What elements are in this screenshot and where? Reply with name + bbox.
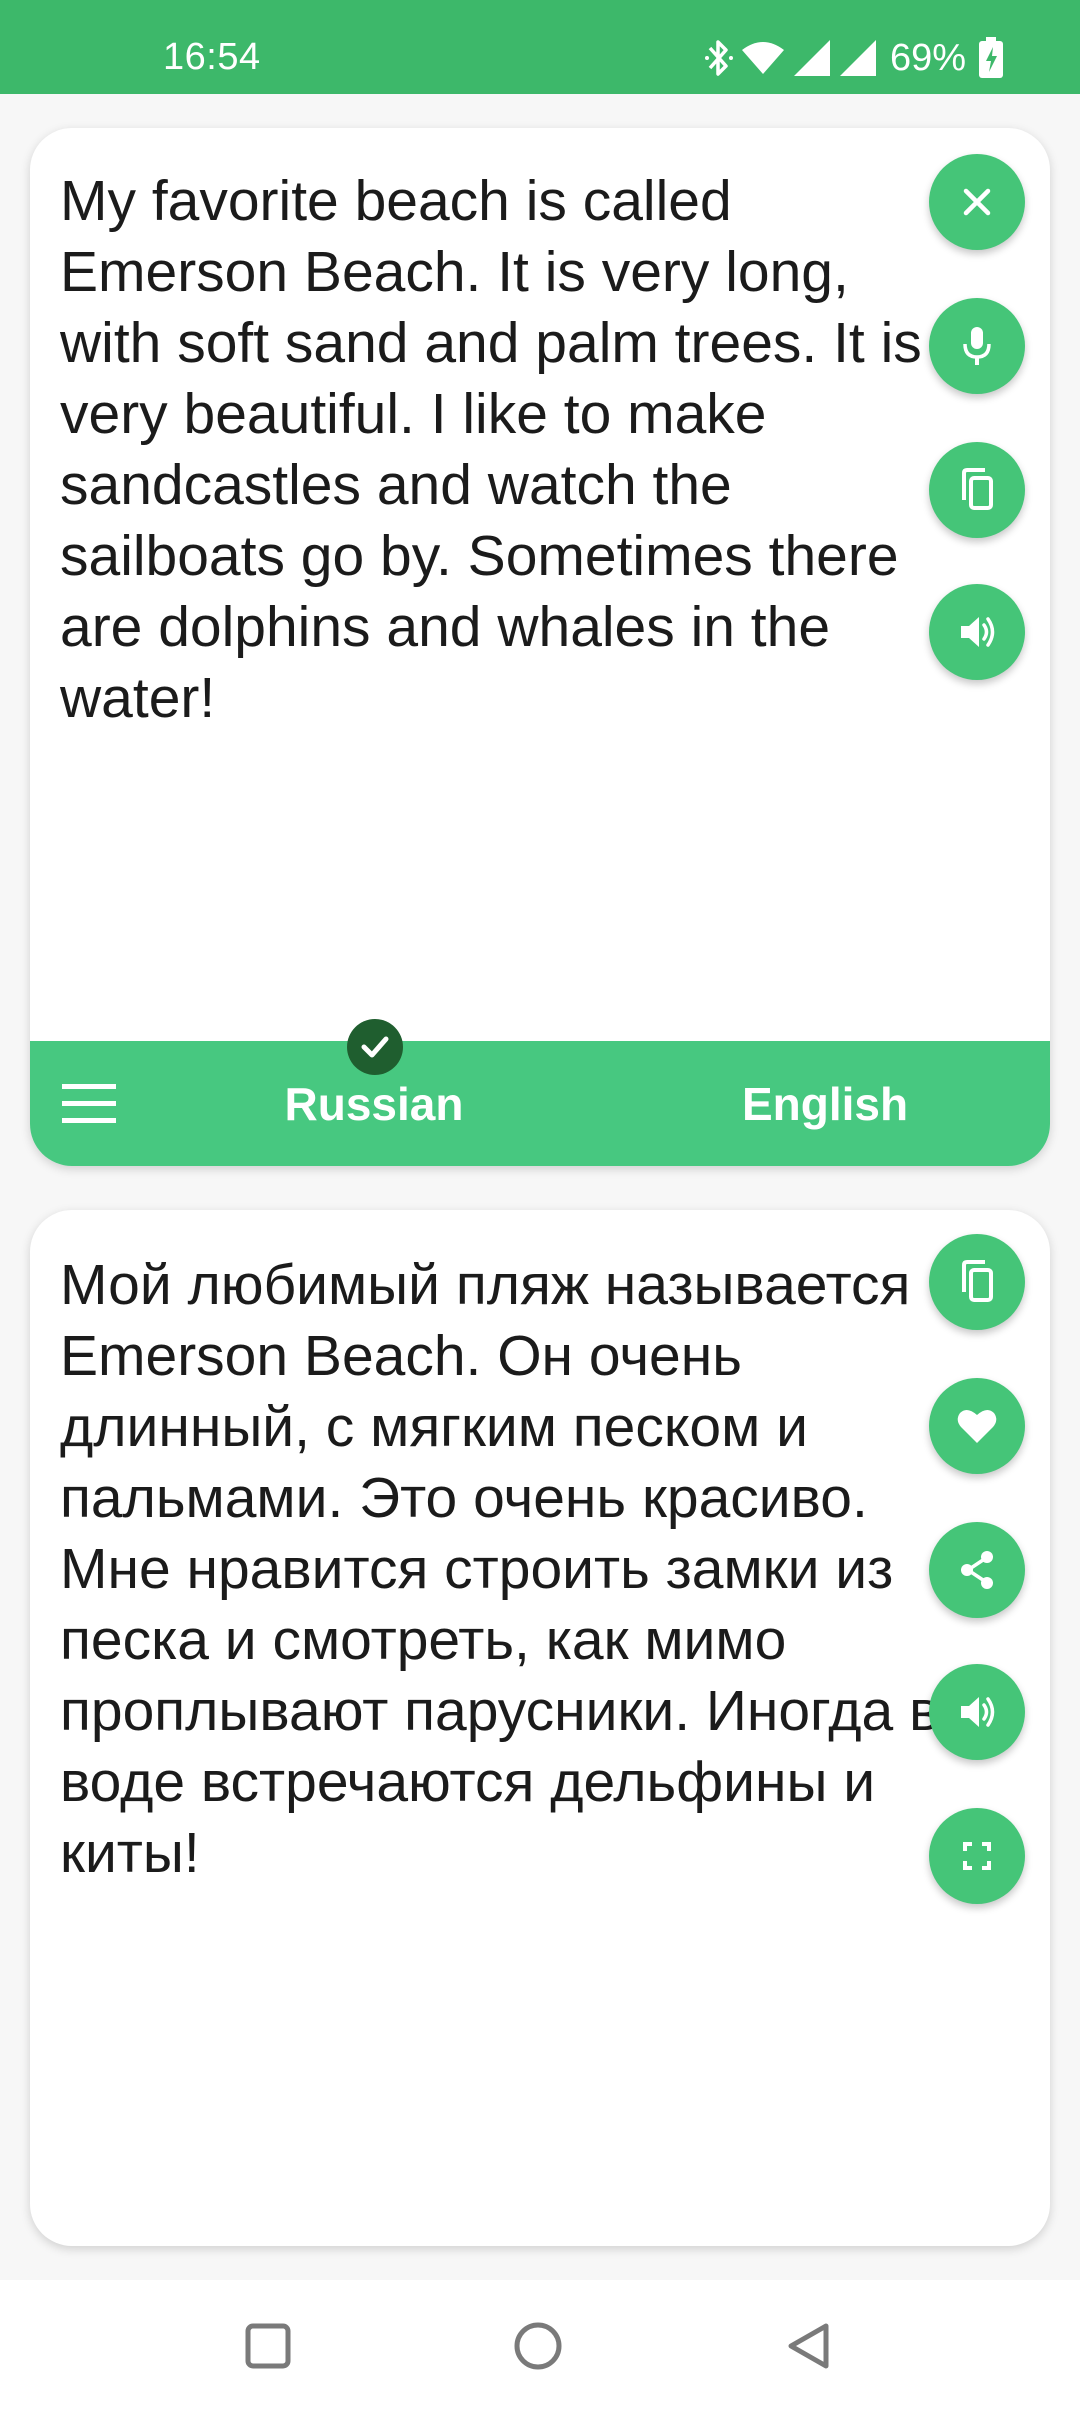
language-bar: Russian English	[30, 1019, 1050, 1166]
back-button[interactable]	[776, 2314, 840, 2378]
share-button[interactable]	[929, 1522, 1025, 1618]
translation-text: Мой любимый пляж называется Emerson Beac…	[60, 1253, 940, 1885]
speak-translation-button[interactable]	[929, 1664, 1025, 1760]
copy-icon	[955, 467, 999, 513]
voice-input-button[interactable]	[929, 298, 1025, 394]
fullscreen-button[interactable]	[929, 1808, 1025, 1904]
menu-icon	[62, 1084, 116, 1123]
wifi-icon	[740, 38, 786, 78]
clear-button[interactable]	[929, 154, 1025, 250]
system-nav-bar	[0, 2280, 1080, 2412]
fullscreen-icon	[957, 1836, 997, 1876]
selected-language-badge	[347, 1019, 403, 1075]
speaker-icon	[955, 1692, 999, 1732]
battery-percent: 69%	[889, 36, 966, 79]
translation-card: Мой любимый пляж называется Emerson Beac…	[30, 1210, 1050, 2246]
signal-icon	[792, 38, 832, 78]
microphone-icon	[957, 324, 997, 368]
status-icons: 69%	[704, 34, 1004, 82]
recents-button[interactable]	[236, 2314, 300, 2378]
copy-translation-button[interactable]	[929, 1234, 1025, 1330]
speak-source-button[interactable]	[929, 584, 1025, 680]
copy-source-button[interactable]	[929, 442, 1025, 538]
source-language-button[interactable]: Russian	[224, 1077, 524, 1131]
source-card: My favorite beach is called Emerson Beac…	[30, 128, 1050, 1166]
bluetooth-icon	[704, 38, 734, 78]
home-button[interactable]	[506, 2314, 570, 2378]
favorite-button[interactable]	[929, 1378, 1025, 1474]
signal-icon	[838, 38, 878, 78]
battery-charging-icon	[978, 37, 1004, 79]
status-bar: 16:54 69%	[0, 0, 1080, 94]
status-time: 16:54	[163, 36, 261, 78]
heart-icon	[955, 1406, 999, 1446]
target-language-button[interactable]: English	[675, 1077, 975, 1131]
back-triangle-icon	[788, 2323, 829, 2369]
speaker-icon	[955, 612, 999, 652]
source-text-input[interactable]: My favorite beach is called Emerson Beac…	[60, 166, 960, 734]
check-icon	[361, 1036, 389, 1058]
home-circle-icon	[514, 2322, 562, 2370]
copy-icon	[955, 1259, 999, 1305]
menu-button[interactable]	[60, 1081, 120, 1127]
share-icon	[955, 1548, 999, 1592]
recents-square-icon	[245, 2323, 291, 2369]
close-icon	[957, 182, 997, 222]
